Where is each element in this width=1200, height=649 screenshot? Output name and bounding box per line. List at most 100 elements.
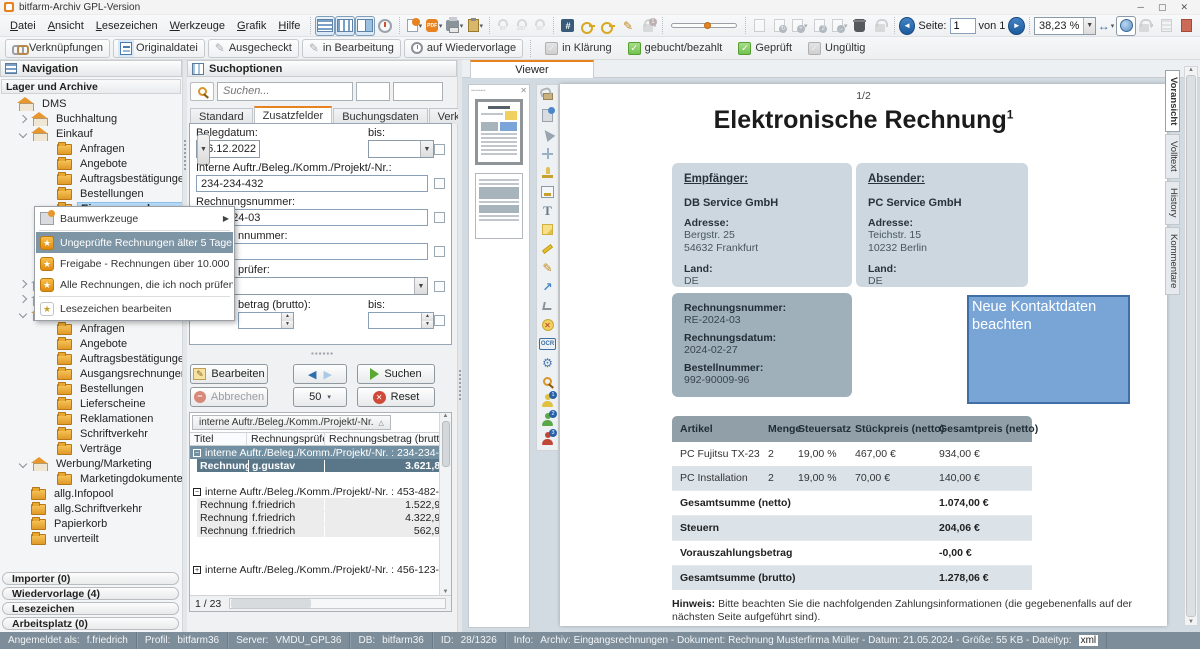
expand-icon[interactable]: + xyxy=(193,566,201,574)
status-button-originaldatei[interactable]: Originaldatei xyxy=(113,39,205,58)
result-row[interactable]: Rechnungg.gustav3.621,81 xyxy=(197,459,451,472)
sidebar-panel-importer-0-[interactable]: Importer (0) xyxy=(2,572,179,585)
sidebar-panel-wiedervorlage-4-[interactable]: Wiedervorlage (4) xyxy=(2,587,179,600)
document-add-button[interactable]: +▾ xyxy=(790,16,810,36)
tree-item-lieferscheine[interactable]: Lieferscheine xyxy=(0,396,182,411)
document-button[interactable] xyxy=(750,16,770,36)
close-button[interactable]: ✕ xyxy=(1180,2,1188,13)
result-row[interactable]: Rechnungf.friedrich1.522,95 xyxy=(197,498,451,511)
page-thumbnail-2[interactable] xyxy=(475,173,523,239)
zoom-combobox[interactable]: 38,23 %▼ xyxy=(1034,17,1096,35)
lock-dropdown-button[interactable]: ▾ xyxy=(1136,16,1156,36)
chevron-down-icon[interactable]: ▼ xyxy=(414,278,427,294)
group-header-row[interactable]: −interne Auftr./Beleg./Komm./Projekt/-Nr… xyxy=(190,485,451,498)
side-tab-volltext[interactable]: Volltext xyxy=(1165,134,1180,179)
belegdatum-checkbox[interactable] xyxy=(434,144,445,155)
sidebar-panel-lesezeichen[interactable]: Lesezeichen xyxy=(2,602,179,615)
collapse-icon[interactable]: − xyxy=(193,488,201,496)
zoom-slider-knob[interactable] xyxy=(704,22,711,29)
edit-pencil-button[interactable]: ✎ xyxy=(618,16,638,36)
collapse-icon[interactable] xyxy=(19,129,27,137)
view-tree-button[interactable] xyxy=(315,16,335,36)
expand-icon[interactable] xyxy=(19,114,27,122)
menu-ansicht[interactable]: Ansicht xyxy=(42,18,90,34)
collapse-icon[interactable]: − xyxy=(193,449,201,457)
save-as-button[interactable]: ▾ xyxy=(404,16,424,36)
menu-hilfe[interactable]: Hilfe xyxy=(272,18,306,34)
collapse-icon[interactable] xyxy=(19,309,27,317)
next-result-icon[interactable]: ▶ xyxy=(324,368,332,381)
tool-magnifier-button[interactable] xyxy=(538,372,557,391)
close-icon[interactable]: ✕ xyxy=(520,86,527,95)
document-pages-button[interactable]: 2 xyxy=(810,16,830,36)
status-button-auf-wiedervorlage[interactable]: auf Wiedervorlage xyxy=(404,39,523,58)
tool-stamp-image-button[interactable] xyxy=(538,182,557,201)
menu-item-ungeprüfte-rechnungen-älter-5-tage[interactable]: ★Ungeprüfte Rechnungen älter 5 Tage xyxy=(36,232,233,253)
fit-width-button[interactable]: ↔▾ xyxy=(1096,16,1116,36)
tool-user-3-button[interactable]: 3 xyxy=(538,429,557,448)
interne-nr-input[interactable]: 234-234-432 xyxy=(196,175,428,192)
sidebar-splitter[interactable] xyxy=(183,60,187,632)
checked-icon[interactable]: ✓ xyxy=(738,42,751,55)
collapse-icon[interactable] xyxy=(19,459,27,467)
page-number-button[interactable]: # xyxy=(558,16,578,36)
tab-standard[interactable]: Standard xyxy=(190,108,253,124)
menu-item-baumwerkzeuge[interactable]: Baumwerkzeuge▶ xyxy=(36,208,233,229)
suchen-button[interactable]: Suchen xyxy=(357,364,435,384)
abbrechen-button[interactable]: −Abbrechen xyxy=(190,387,268,407)
tool-delete-annotation-button[interactable]: ✕ xyxy=(538,315,557,334)
menu-item-freigabe-rechnungen-über-10-000-euro[interactable]: ★Freigabe - Rechnungen über 10.000 Euro xyxy=(36,253,233,274)
side-tab-kommentare[interactable]: Kommentare xyxy=(1165,227,1180,295)
search-input[interactable] xyxy=(217,82,353,101)
result-row[interactable]: Rechnungf.friedrich562,95 xyxy=(197,524,451,537)
document-workflow-button[interactable]: →▾ xyxy=(830,16,850,36)
tool-polyline-button[interactable] xyxy=(538,296,557,315)
rotate-180-button[interactable]: 180° xyxy=(513,19,531,32)
sidebar-panel-arbeitsplatz-0-[interactable]: Arbeitsplatz (0) xyxy=(2,617,179,630)
unchecked-icon[interactable]: ✓ xyxy=(545,42,558,55)
annotation-note[interactable]: Neue Kontaktdaten beachten xyxy=(967,295,1130,404)
column-header-2[interactable]: Rechnungsbetrag (brutto) xyxy=(325,433,451,445)
rechnungsnummer-checkbox[interactable] xyxy=(434,212,445,223)
betrag-bis-spinner[interactable]: ▲▼ xyxy=(368,312,434,329)
tree-item-werbung-marketing[interactable]: Werbung/Marketing xyxy=(0,456,182,471)
tree-item-bestellungen[interactable]: Bestellungen xyxy=(0,381,182,396)
tree-item-allg-schriftverkehr[interactable]: allg.Schriftverkehr xyxy=(0,501,182,516)
group-header-row[interactable]: +interne Auftr./Beleg./Komm./Projekt/-Nr… xyxy=(190,563,451,576)
results-vertical-scrollbar[interactable]: ▲▼ xyxy=(439,413,451,595)
view-split-button[interactable] xyxy=(355,16,375,36)
chevron-down-icon[interactable]: ▼ xyxy=(1083,18,1095,34)
tree-item-papierkorb[interactable]: Papierkorb xyxy=(0,516,182,531)
tab-buchungsdaten[interactable]: Buchungsdaten xyxy=(333,108,427,124)
zoom-slider[interactable] xyxy=(671,23,737,28)
betrag-checkbox[interactable] xyxy=(434,315,445,326)
tool-text-tool-button[interactable]: T xyxy=(538,201,557,220)
result-row[interactable]: Rechnungf.friedrich4.322,95 xyxy=(197,511,451,524)
tree-item-auftragsbestätigungen[interactable]: Auftragsbestätigungen xyxy=(0,351,182,366)
status-button-in-bearbeitung[interactable]: ✎in Bearbeitung xyxy=(302,39,401,58)
print-button[interactable]: ▾ xyxy=(444,16,465,36)
chevron-down-icon[interactable]: ▼ xyxy=(420,141,433,157)
lock-1-button[interactable]: 1 xyxy=(638,16,658,36)
tree-item-allg-infopool[interactable]: allg.Infopool xyxy=(0,486,182,501)
chevron-down-icon[interactable]: ▼ xyxy=(197,134,210,165)
tree-item-ausgangsrechnungen[interactable]: Ausgangsrechnungen xyxy=(0,366,182,381)
search-extra-field-1[interactable] xyxy=(356,82,390,101)
refresh-clock-button[interactable] xyxy=(375,16,395,36)
tool-cursor-button[interactable] xyxy=(538,125,557,144)
tool-highlighter-button[interactable] xyxy=(538,239,557,258)
expand-icon[interactable] xyxy=(19,279,27,287)
rotate-left-button[interactable]: 90° xyxy=(494,19,512,32)
tree-item-verträge[interactable]: Verträge xyxy=(0,441,182,456)
results-horizontal-scrollbar[interactable] xyxy=(229,598,446,609)
tree-item-dms[interactable]: DMS xyxy=(0,96,182,111)
status-button-ausgecheckt[interactable]: ✎Ausgecheckt xyxy=(208,39,299,58)
tool-unlock-button[interactable] xyxy=(538,87,557,106)
reset-button[interactable]: ✕Reset xyxy=(357,387,435,407)
menu-datei[interactable]: Datei xyxy=(4,18,42,34)
side-tab-history[interactable]: History xyxy=(1165,181,1180,225)
tool-ocr-button[interactable]: OCR xyxy=(538,334,557,353)
belegdatum-bis-combobox[interactable]: ▼ xyxy=(368,140,434,158)
tree-item-anfragen[interactable]: Anfragen xyxy=(0,321,182,336)
tab-viewer[interactable]: Viewer xyxy=(470,60,594,78)
